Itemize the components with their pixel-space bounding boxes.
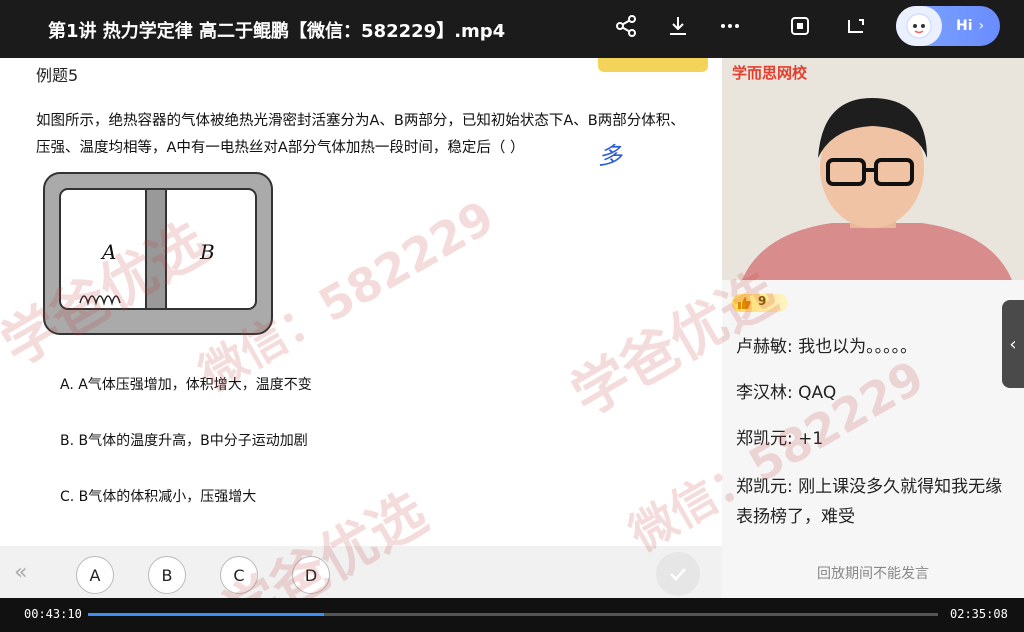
label-b: B [199, 240, 215, 264]
likes-count: 9 [758, 294, 767, 308]
option-b: B. B气体的温度升高，B中分子运动加剧 [60, 433, 308, 449]
chat-user: 郑凯元 [736, 477, 787, 497]
pip-icon[interactable] [842, 12, 870, 40]
seek-progress [88, 613, 325, 616]
chat-disabled-notice: 回放期间不能发言 [817, 566, 929, 582]
double-chevron-left-icon[interactable]: « [14, 560, 27, 585]
chat-user: 李汉林 [736, 383, 787, 403]
teacher-figure [742, 98, 1012, 280]
chat-text: QAQ [798, 383, 837, 403]
chat-message: 卢赫敏: 我也以为。。。。。 [736, 337, 918, 357]
chat-user: 郑凯元 [736, 429, 787, 449]
more-icon[interactable] [716, 12, 744, 40]
assistant-avatar-icon [896, 6, 942, 46]
answer-button-d[interactable]: D [292, 556, 330, 594]
label-a: A [100, 240, 116, 264]
container-diagram: A B [43, 172, 273, 335]
assistant-button[interactable]: Hi › [896, 6, 1000, 46]
chat-text: +1 [798, 429, 824, 449]
side-panel: 学而思网校 9 卢赫敏: 我也以为。。。。。 李汉林: QAQ 郑凯元: +1 … [722, 58, 1024, 598]
chat-panel: 9 卢赫敏: 我也以为。。。。。 李汉林: QAQ 郑凯元: +1 郑凯元: 刚… [722, 280, 1024, 598]
video-brand: 学而思网校 [732, 64, 808, 82]
check-icon [670, 568, 686, 581]
question-text: 如图所示，绝热容器的气体被绝热光滑密封活塞分为A、B两部分，已知初始状态下A、B… [36, 113, 685, 156]
option-a: A. A气体压强增加，体积增大，温度不变 [60, 377, 312, 393]
brand-tab [598, 58, 708, 72]
current-time: 00:43:10 [24, 607, 82, 621]
answer-bar: « A B C D [0, 546, 722, 598]
chat-user: 卢赫敏 [736, 337, 787, 357]
handwritten-note: 多 [598, 142, 622, 170]
question-title: 例题5 [36, 66, 79, 85]
answer-button-c[interactable]: C [220, 556, 258, 594]
player-controls: 00:43:10 02:35:08 [0, 598, 1024, 632]
total-time: 02:35:08 [950, 607, 1008, 621]
answer-button-a[interactable]: A [76, 556, 114, 594]
answer-button-b[interactable]: B [148, 556, 186, 594]
piston [145, 188, 167, 310]
option-c: C. B气体的体积减小，压强增大 [60, 489, 257, 505]
teacher-video: 学而思网校 [722, 58, 1024, 280]
share-icon[interactable] [612, 12, 640, 40]
chat-text: 我也以为。。。。。 [798, 337, 918, 357]
likes-badge: 9 [732, 294, 788, 312]
screenshot-icon[interactable] [786, 12, 814, 40]
chat-message: 郑凯元: 刚上课没多久就得知我无缘表扬榜了，难受 [736, 477, 1003, 527]
assistant-label: Hi [956, 18, 973, 34]
thumbs-up-icon [738, 297, 751, 309]
chat-message: 郑凯元: +1 [736, 429, 824, 449]
collapse-panel-handle[interactable]: ‹ [1002, 300, 1024, 388]
download-icon[interactable] [664, 12, 692, 40]
chevron-right-icon: › [978, 18, 985, 34]
video-title: 第1讲 热力学定律 高二于鲲鹏【微信：582229】.mp4 [48, 21, 506, 42]
chevron-left-icon: ‹ [1009, 333, 1017, 355]
title-bar: 第1讲 热力学定律 高二于鲲鹏【微信：582229】.mp4 Hi › [0, 0, 1024, 58]
submit-check-button[interactable] [656, 552, 700, 596]
seek-bar[interactable] [88, 613, 938, 616]
chat-message: 李汉林: QAQ [736, 383, 837, 403]
lecture-slide: 例题5 如图所示，绝热容器的气体被绝热光滑密封活塞分为A、B两部分，已知初始状态… [0, 58, 722, 598]
